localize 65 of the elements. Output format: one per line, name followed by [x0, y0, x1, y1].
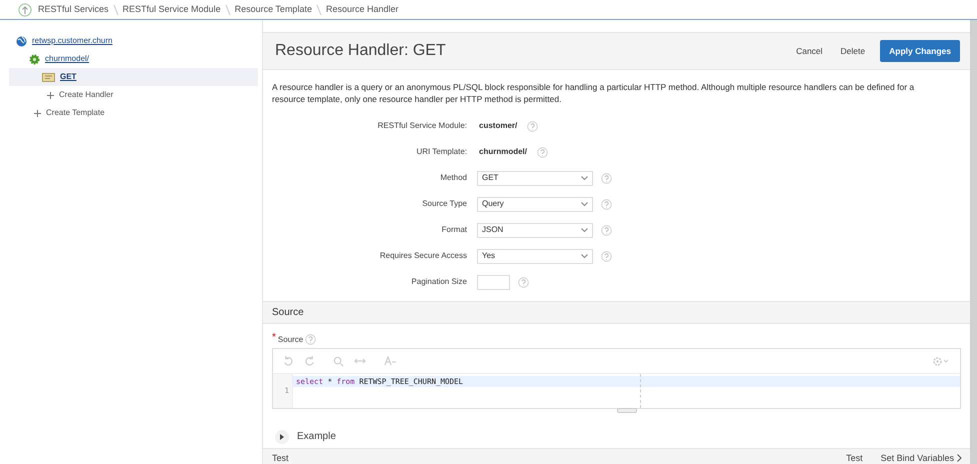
- separator-icon: [112, 4, 119, 14]
- chevron-down-icon: [581, 202, 588, 207]
- gear-icon: [29, 54, 40, 64]
- font-size-icon[interactable]: [384, 356, 397, 366]
- resize-handle[interactable]: [616, 408, 636, 413]
- chevron-down-icon: [581, 228, 588, 233]
- separator-icon: [316, 4, 322, 14]
- tree-item[interactable]: Create Template: [16, 104, 258, 122]
- field-value: customer/: [479, 120, 518, 132]
- apply-button[interactable]: Apply Changes: [880, 40, 960, 62]
- globe-icon: [16, 36, 27, 46]
- field-label: URI Template:: [416, 147, 467, 156]
- field-label: Format: [442, 225, 467, 234]
- field-label: Source: [278, 334, 304, 346]
- select-field[interactable]: GET: [477, 170, 593, 186]
- tree-item[interactable]: GET: [9, 68, 258, 86]
- field-label: Pagination Size: [411, 277, 467, 286]
- field-label: Source Type: [422, 199, 467, 208]
- plus-icon: [47, 92, 54, 98]
- chevron-right-icon: [957, 454, 962, 462]
- handler-icon: [42, 72, 55, 82]
- tree-item[interactable]: retwsp.customer.churn: [16, 32, 258, 50]
- section-title: Source: [272, 306, 304, 320]
- chevron-down-icon: [581, 254, 588, 259]
- separator-icon: [224, 4, 231, 14]
- help-icon[interactable]: [601, 250, 612, 262]
- plus-icon: [34, 110, 41, 116]
- description-text: A resource handler is a query or an anonymous PL/SQL block responsible for handling a particular HTTP method. Although multiple resource handlers can be defined for a resource template, only one resource handler per HTTP method is permitted.: [271, 81, 916, 106]
- action-button[interactable]: Test: [846, 452, 863, 464]
- help-icon[interactable]: [527, 120, 538, 132]
- chevron-down-icon: [581, 176, 588, 181]
- help-icon[interactable]: [305, 334, 316, 346]
- select-field[interactable]: Yes: [477, 248, 593, 264]
- help-icon[interactable]: [537, 146, 548, 158]
- section-title: Example: [297, 430, 336, 444]
- select-field[interactable]: Query: [477, 196, 593, 212]
- undo-icon[interactable]: [283, 356, 294, 367]
- up-icon[interactable]: [18, 2, 32, 16]
- help-icon[interactable]: [518, 276, 529, 288]
- breadcrumb-link[interactable]: Resource Template: [234, 2, 312, 16]
- select-field[interactable]: JSON: [477, 222, 593, 238]
- breadcrumb-link[interactable]: Resource Handler: [326, 2, 398, 16]
- input-field[interactable]: [477, 274, 510, 290]
- required-mark: *: [272, 334, 276, 342]
- tree-item[interactable]: Create Handler: [16, 86, 258, 104]
- button[interactable]: Delete: [834, 40, 872, 62]
- help-icon[interactable]: [601, 198, 612, 210]
- redo-icon[interactable]: [304, 356, 315, 367]
- help-icon[interactable]: [601, 224, 612, 236]
- button[interactable]: Cancel: [789, 40, 830, 62]
- breadcrumb-link[interactable]: RESTful Service Module: [122, 2, 221, 16]
- field-label: RESTful Service Module:: [378, 121, 467, 130]
- section-title: Test: [272, 452, 290, 464]
- settings-icon[interactable]: [932, 356, 950, 367]
- breadcrumb-link[interactable]: RESTful Services: [38, 2, 109, 16]
- page-title: Resource Handler: GET: [275, 41, 447, 62]
- help-icon[interactable]: [601, 172, 612, 184]
- triangle-right-icon: [279, 434, 285, 440]
- tree-item[interactable]: churnmodel/: [16, 50, 258, 68]
- action-button[interactable]: Set Bind Variables: [880, 452, 962, 464]
- field-label: Method: [440, 173, 467, 182]
- expand-toggle[interactable]: [275, 430, 289, 444]
- field-label: Requires Secure Access: [380, 251, 467, 260]
- search-icon[interactable]: [333, 356, 344, 367]
- field-value: churnmodel/: [479, 146, 528, 158]
